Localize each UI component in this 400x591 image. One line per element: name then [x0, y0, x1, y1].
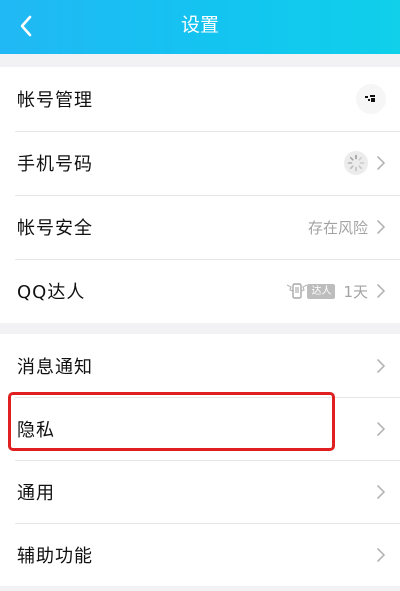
general-row[interactable]: 通用 [0, 460, 400, 523]
daren-badge: 达人 [285, 281, 336, 301]
row-label: 帐号管理 [17, 90, 93, 111]
privacy-row[interactable]: 隐私 [0, 397, 400, 460]
row-label: 辅助功能 [17, 545, 93, 567]
accessibility-row[interactable]: 辅助功能 [0, 523, 400, 586]
top-bar: 设置 [0, 0, 400, 54]
chevron-right-icon [377, 284, 385, 298]
daren-badge-label: 达人 [307, 283, 336, 299]
daren-days-text: 1天 [343, 282, 368, 301]
settings-screen: 设置 帐号管理 手机号码 帐号安全 存在风险 QQ达人 达人 1天 消息通知 隐… [0, 0, 400, 591]
qq-daren-row[interactable]: QQ达人 达人 1天 [0, 259, 400, 323]
chevron-right-icon [377, 547, 385, 562]
winged-phone-icon [287, 283, 308, 299]
avatar-icon [356, 84, 386, 114]
phone-number-row[interactable]: 手机号码 [0, 131, 400, 195]
security-status-text: 存在风险 [307, 218, 368, 237]
row-label: 隐私 [17, 419, 55, 441]
row-label: 消息通知 [17, 356, 93, 378]
row-label: QQ达人 [17, 282, 86, 303]
row-label: 手机号码 [17, 154, 93, 175]
row-label: 帐号安全 [17, 218, 93, 239]
chevron-right-icon [377, 421, 385, 436]
chevron-right-icon [377, 156, 385, 170]
loading-spinner-icon [344, 151, 368, 175]
notifications-row[interactable]: 消息通知 [0, 334, 400, 397]
account-settings-group: 帐号管理 手机号码 帐号安全 存在风险 QQ达人 达人 1天 [0, 67, 400, 323]
chevron-right-icon [377, 484, 385, 499]
row-label: 通用 [17, 482, 55, 504]
chevron-right-icon [377, 358, 385, 373]
account-management-row[interactable]: 帐号管理 [0, 67, 400, 131]
chevron-right-icon [377, 220, 385, 234]
page-title: 设置 [180, 14, 219, 36]
account-security-row[interactable]: 帐号安全 存在风险 [0, 195, 400, 259]
general-settings-group: 消息通知 隐私 通用 辅助功能 [0, 334, 400, 586]
